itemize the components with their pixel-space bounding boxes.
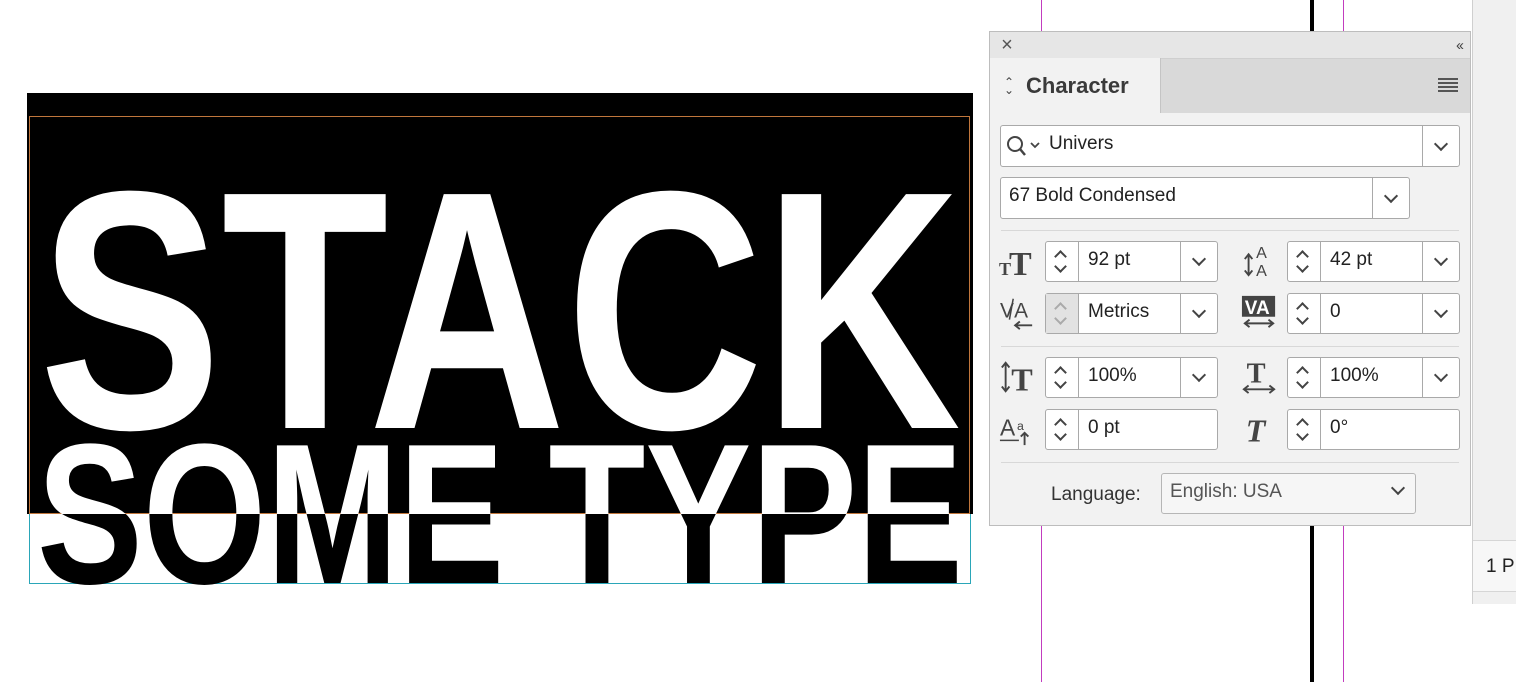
- kerning-stepper[interactable]: [1046, 294, 1079, 333]
- tab-character[interactable]: ⌃ ⌄ Character: [990, 58, 1161, 113]
- tracking-dropdown[interactable]: [1422, 294, 1459, 333]
- page-count-label: 1 P: [1486, 556, 1515, 577]
- pages-panel[interactable]: 1 P: [1472, 0, 1516, 604]
- svg-text:T: T: [1011, 361, 1032, 395]
- font-style-dropdown[interactable]: [1372, 178, 1409, 218]
- panel-title-bar[interactable]: [990, 32, 1470, 58]
- tab-character-label: Character: [1026, 73, 1129, 98]
- kerning-dropdown[interactable]: [1180, 294, 1217, 333]
- font-family-value: Univers: [1049, 133, 1114, 154]
- chevron-down-icon: [1191, 303, 1207, 319]
- baseline-shift-field[interactable]: 0 pt: [1045, 409, 1218, 450]
- horizontal-scale-field[interactable]: 100%: [1287, 357, 1460, 398]
- search-icon[interactable]: [1006, 135, 1044, 157]
- character-panel: × ‹‹ ⌃ ⌄ Character Univers 67 Bold Conden…: [989, 31, 1471, 526]
- leading-dropdown[interactable]: [1422, 242, 1459, 281]
- vertical-scale-stepper[interactable]: [1046, 358, 1079, 397]
- font-size-icon: T T: [999, 246, 1032, 279]
- skew-field[interactable]: 0°: [1287, 409, 1460, 450]
- close-icon[interactable]: ×: [998, 35, 1016, 55]
- kerning-field[interactable]: Metrics: [1045, 293, 1218, 334]
- skew-value: 0°: [1330, 417, 1349, 438]
- font-size-field[interactable]: 92 pt: [1045, 241, 1218, 282]
- chevron-down-icon: [1383, 188, 1399, 203]
- horizontal-scale-dropdown[interactable]: [1422, 358, 1459, 397]
- skew-icon: T: [1246, 412, 1267, 446]
- baseline-shift-stepper[interactable]: [1046, 410, 1079, 449]
- panel-tab-bar: ⌃ ⌄ Character: [990, 58, 1470, 113]
- svg-text:A: A: [1256, 262, 1267, 278]
- baseline-shift-value: 0 pt: [1088, 417, 1120, 438]
- leading-field[interactable]: 42 pt: [1287, 241, 1460, 282]
- tracking-icon: VA: [1241, 295, 1276, 328]
- chevron-down-icon: [1433, 136, 1449, 151]
- tracking-field[interactable]: 0: [1287, 293, 1460, 334]
- skew-stepper[interactable]: [1288, 410, 1321, 449]
- leading-value: 42 pt: [1330, 249, 1373, 270]
- panel-menu-icon[interactable]: [1438, 78, 1458, 94]
- text-frame-stack[interactable]: [29, 116, 970, 514]
- font-family-field[interactable]: Univers: [1000, 125, 1460, 167]
- font-size-dropdown[interactable]: [1180, 242, 1217, 281]
- language-select[interactable]: English: USA: [1161, 473, 1416, 514]
- svg-text:a: a: [1017, 419, 1024, 433]
- leading-icon: A A: [1244, 244, 1267, 278]
- svg-text:T: T: [1246, 412, 1267, 446]
- chevron-down-icon: [1191, 251, 1207, 267]
- svg-text:A: A: [1256, 244, 1267, 262]
- font-size-value: 92 pt: [1088, 249, 1131, 270]
- chevron-down-icon: [1191, 367, 1207, 383]
- vertical-scale-field[interactable]: 100%: [1045, 357, 1218, 398]
- divider: [1001, 230, 1459, 231]
- font-size-stepper[interactable]: [1046, 242, 1079, 281]
- horizontal-scale-icon: T: [1242, 359, 1276, 394]
- chevron-down-icon: [1390, 480, 1406, 496]
- svg-text:T: T: [1009, 246, 1032, 279]
- svg-text:VA: VA: [1245, 298, 1270, 319]
- language-value: English: USA: [1170, 481, 1282, 502]
- chevron-down-icon: [1433, 367, 1449, 383]
- horizontal-scale-value: 100%: [1330, 365, 1379, 386]
- svg-text:A: A: [1000, 415, 1016, 441]
- text-frame-some-type[interactable]: [29, 514, 971, 584]
- kerning-icon: V A: [1000, 298, 1033, 330]
- leading-stepper[interactable]: [1288, 242, 1321, 281]
- vertical-scale-dropdown[interactable]: [1180, 358, 1217, 397]
- divider: [1001, 346, 1459, 347]
- chevron-down-icon: [1433, 303, 1449, 319]
- font-style-value: 67 Bold Condensed: [1009, 185, 1176, 206]
- baseline-shift-icon: A a: [999, 415, 1030, 446]
- language-label: Language:: [1051, 484, 1141, 505]
- kerning-value: Metrics: [1088, 301, 1150, 322]
- collapse-panel-icon[interactable]: ‹‹: [1456, 37, 1464, 54]
- vertical-scale-icon: T: [1001, 361, 1033, 395]
- tab-toggle-icon[interactable]: ⌃ ⌄: [1004, 76, 1014, 96]
- vertical-scale-value: 100%: [1088, 365, 1137, 386]
- svg-text:A: A: [1014, 300, 1028, 323]
- font-style-field[interactable]: 67 Bold Condensed: [1000, 177, 1410, 219]
- svg-text:T: T: [1247, 359, 1266, 390]
- chevron-down-icon: [1433, 251, 1449, 267]
- font-family-dropdown[interactable]: [1422, 126, 1459, 166]
- horizontal-scale-stepper[interactable]: [1288, 358, 1321, 397]
- divider: [1001, 462, 1459, 463]
- tracking-value: 0: [1330, 301, 1341, 322]
- tracking-stepper[interactable]: [1288, 294, 1321, 333]
